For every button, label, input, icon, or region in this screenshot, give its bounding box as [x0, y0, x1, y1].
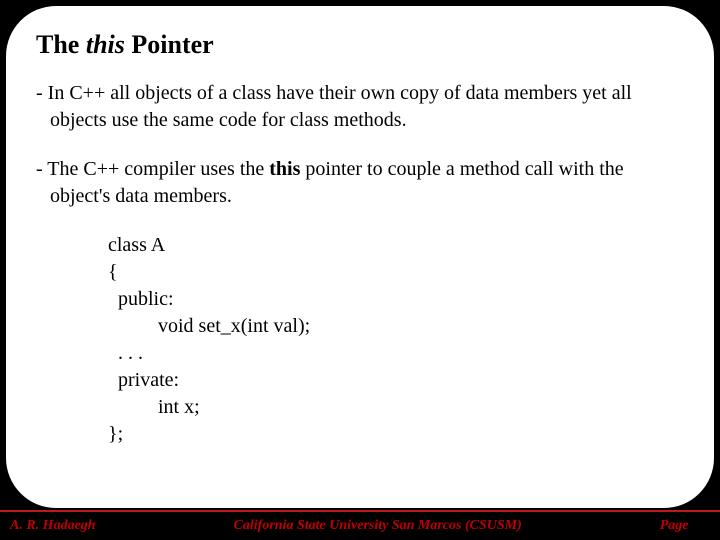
bullet-2-bold: this [269, 158, 300, 180]
slide-title: The this Pointer [36, 30, 684, 60]
page-number: 26 [696, 518, 710, 533]
bullet-2-pre: - The C++ compiler uses the [36, 158, 269, 180]
title-suffix: Pointer [125, 30, 214, 59]
footer-page: Page 26 [660, 518, 710, 534]
bullet-1: - In C++ all objects of a class have the… [36, 80, 684, 134]
footer-affiliation: California State University San Marcos (… [116, 518, 640, 534]
bullet-1-text: - In C++ all objects of a class have the… [36, 82, 632, 131]
code-block: class A { public: void set_x(int val); .… [108, 232, 684, 448]
slide-content: The this Pointer - In C++ all objects of… [6, 6, 714, 508]
footer-author: A. R. Hadaegh [10, 518, 96, 534]
page-label: Page [660, 518, 689, 533]
bullet-2: - The C++ compiler uses the this pointer… [36, 156, 684, 210]
slide-footer: A. R. Hadaegh California State Universit… [0, 510, 720, 540]
title-italic: this [86, 30, 125, 59]
title-prefix: The [36, 30, 86, 59]
